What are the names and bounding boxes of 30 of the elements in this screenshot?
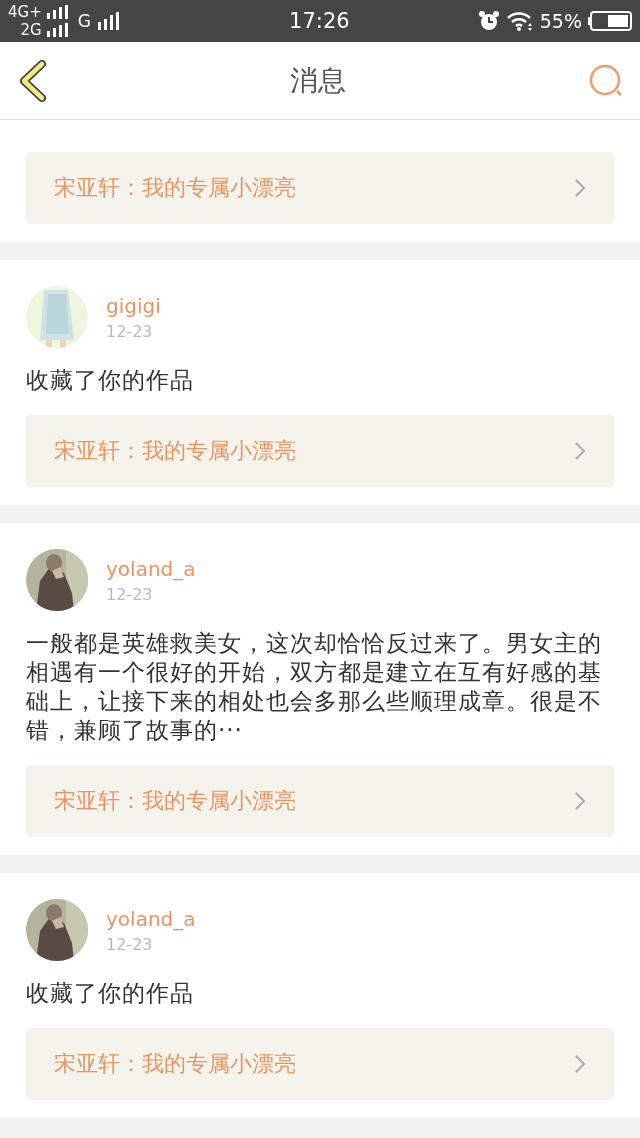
work-link[interactable]: 宋亚轩：我的专属小漂亮 [26, 415, 614, 487]
clock-time: 17:26 [288, 9, 350, 33]
user-name[interactable]: gigigi [106, 293, 161, 318]
message-date: 12-23 [106, 321, 154, 341]
wifi-icon [505, 11, 534, 31]
work-link[interactable]: 宋亚轩：我的专属小漂亮 [26, 765, 614, 837]
message-text: 收藏了你的作品 [26, 979, 195, 1008]
message-date: 12-23 [106, 584, 154, 604]
back-icon[interactable] [18, 59, 48, 102]
message-text: 收藏了你的作品 [26, 366, 195, 395]
work-link[interactable]: 宋亚轩：我的专属小漂亮 [26, 1028, 614, 1100]
chevron-icon [574, 441, 586, 461]
network-label: 2G [20, 21, 42, 39]
alarm-icon [477, 10, 500, 32]
page-title: 消息 [289, 62, 347, 99]
signal-icon [45, 5, 68, 19]
message-text: 一般都是英雄救美女，这次却恰恰反过来了。男女主的相遇有一个很好的开始，双方都是建立在互有好感的基础上，让接下来的相处也会多那么些顺理成章。很是不错，兼顾了故事的··· [26, 629, 603, 745]
user-name[interactable]: yoland_a [106, 556, 196, 581]
network-label: 4G+ [8, 3, 42, 21]
battery-icon [588, 11, 632, 31]
chevron-icon [574, 178, 586, 198]
user-name[interactable]: yoland_a [106, 906, 196, 931]
chevron-icon [574, 1054, 586, 1074]
battery-percent: 55% [539, 10, 582, 32]
signal-icon [45, 23, 68, 37]
message-date: 12-23 [106, 934, 154, 954]
network-label: G [77, 11, 91, 31]
work-link[interactable]: 宋亚轩：我的专属小漂亮 [26, 152, 614, 224]
chevron-icon [574, 791, 586, 811]
signal-icon [96, 12, 121, 30]
